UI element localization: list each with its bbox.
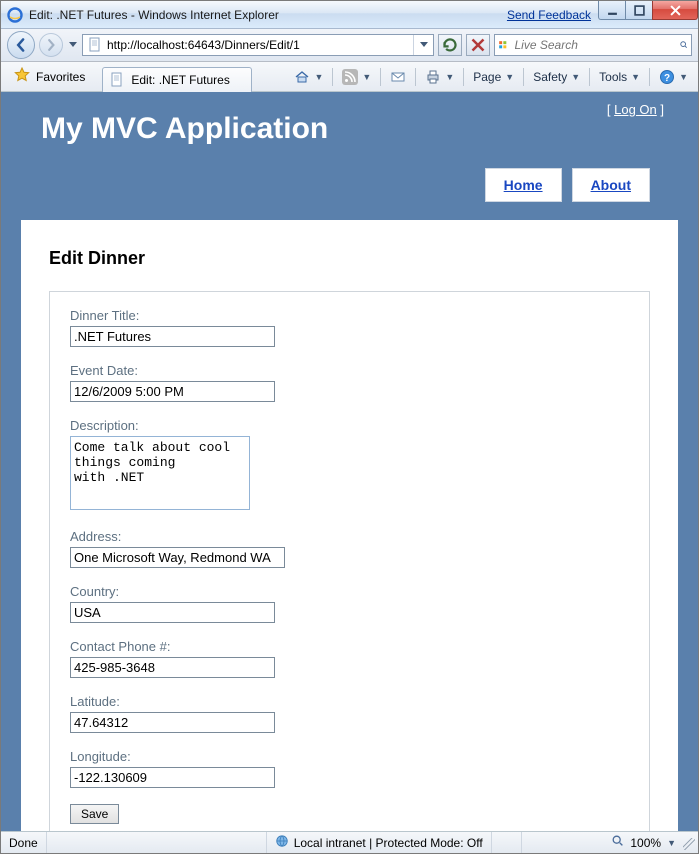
search-provider-icon <box>498 36 508 54</box>
status-zone: Local intranet | Protected Mode: Off <box>267 832 492 853</box>
safety-menu[interactable]: Safety▼ <box>527 65 586 89</box>
input-longitude[interactable] <box>70 767 275 788</box>
separator <box>463 68 464 86</box>
chevron-down-icon: ▼ <box>445 72 454 82</box>
search-input[interactable] <box>511 38 676 52</box>
separator <box>649 68 650 86</box>
forward-button[interactable] <box>39 33 63 57</box>
print-menu[interactable]: ▼ <box>419 65 460 89</box>
label-address: Address: <box>70 529 629 544</box>
status-bar: Done Local intranet | Protected Mode: Of… <box>1 831 698 853</box>
site-header: [ Log On ] My MVC Application Home About <box>13 92 686 212</box>
refresh-button[interactable] <box>438 34 462 56</box>
command-bar: Favorites Edit: .NET Futures ▼ ▼ ▼ Page▼… <box>1 62 698 92</box>
navigation-bar <box>1 29 698 62</box>
internet-zone-icon <box>275 834 289 851</box>
close-button[interactable] <box>652 1 698 20</box>
logon-link[interactable]: Log On <box>614 102 657 117</box>
input-phone[interactable] <box>70 657 275 678</box>
chevron-down-icon: ▼ <box>631 72 640 82</box>
chevron-down-icon: ▼ <box>314 72 323 82</box>
separator <box>380 68 381 86</box>
stop-button[interactable] <box>466 34 490 56</box>
label-title: Dinner Title: <box>70 308 629 323</box>
tools-menu[interactable]: Tools▼ <box>593 65 646 89</box>
separator <box>523 68 524 86</box>
window-controls <box>599 1 698 20</box>
status-done: Done <box>1 832 47 853</box>
label-latitude: Latitude: <box>70 694 629 709</box>
save-button[interactable]: Save <box>70 804 119 824</box>
input-address[interactable] <box>70 547 285 568</box>
input-title[interactable] <box>70 326 275 347</box>
window-title: Edit: .NET Futures - Windows Internet Ex… <box>29 8 507 22</box>
nav-home[interactable]: Home <box>485 168 562 202</box>
window-titlebar: Edit: .NET Futures - Windows Internet Ex… <box>1 1 698 29</box>
minimize-button[interactable] <box>598 1 626 20</box>
url-input[interactable] <box>107 38 413 52</box>
label-longitude: Longitude: <box>70 749 629 764</box>
edit-form: Dinner Title: Event Date: Description: A… <box>49 291 650 831</box>
site-nav: Home About <box>29 168 670 202</box>
main-content: Edit Dinner Dinner Title: Event Date: De… <box>21 220 678 831</box>
label-country: Country: <box>70 584 629 599</box>
page-menu[interactable]: Page▼ <box>467 65 520 89</box>
search-box <box>494 34 692 56</box>
zoom-icon <box>611 834 625 851</box>
feeds-menu[interactable]: ▼ <box>336 65 377 89</box>
label-description: Description: <box>70 418 629 433</box>
tab-page-icon <box>109 72 125 88</box>
favorites-label: Favorites <box>36 70 85 84</box>
logon-area: [ Log On ] <box>607 102 664 117</box>
separator <box>589 68 590 86</box>
chevron-down-icon: ▼ <box>679 72 688 82</box>
svg-text:?: ? <box>664 73 670 84</box>
back-button[interactable] <box>7 31 35 59</box>
help-menu[interactable]: ?▼ <box>653 65 694 89</box>
read-mail-button[interactable] <box>384 65 412 89</box>
chevron-down-icon: ▼ <box>667 838 676 848</box>
send-feedback-link[interactable]: Send Feedback <box>507 8 591 22</box>
tab-title: Edit: .NET Futures <box>131 73 229 87</box>
input-event-date[interactable] <box>70 381 275 402</box>
input-country[interactable] <box>70 602 275 623</box>
home-menu[interactable]: ▼ <box>288 65 329 89</box>
label-event-date: Event Date: <box>70 363 629 378</box>
search-go-icon[interactable] <box>679 36 689 54</box>
chevron-down-icon: ▼ <box>505 72 514 82</box>
chevron-down-icon: ▼ <box>571 72 580 82</box>
page-heading: Edit Dinner <box>49 248 650 269</box>
resize-grip[interactable] <box>683 838 695 850</box>
page-icon <box>87 37 103 53</box>
address-dropdown[interactable] <box>413 35 433 55</box>
nav-about[interactable]: About <box>572 168 650 202</box>
browser-tab[interactable]: Edit: .NET Futures <box>102 67 252 92</box>
address-bar <box>82 34 434 56</box>
star-icon <box>14 67 30 86</box>
app-title: My MVC Application <box>41 112 670 146</box>
input-latitude[interactable] <box>70 712 275 733</box>
nav-history-dropdown[interactable] <box>67 35 78 55</box>
input-description[interactable] <box>70 436 250 510</box>
page-viewport: [ Log On ] My MVC Application Home About… <box>1 92 698 831</box>
command-bar-right: ▼ ▼ ▼ Page▼ Safety▼ Tools▼ ?▼ <box>288 65 694 89</box>
separator <box>332 68 333 86</box>
chevron-down-icon: ▼ <box>362 72 371 82</box>
zoom-control[interactable]: 100% ▼ <box>603 834 684 851</box>
separator <box>415 68 416 86</box>
ie-logo-icon <box>7 7 23 23</box>
label-phone: Contact Phone #: <box>70 639 629 654</box>
favorites-button[interactable]: Favorites <box>5 65 94 89</box>
maximize-button[interactable] <box>625 1 653 20</box>
